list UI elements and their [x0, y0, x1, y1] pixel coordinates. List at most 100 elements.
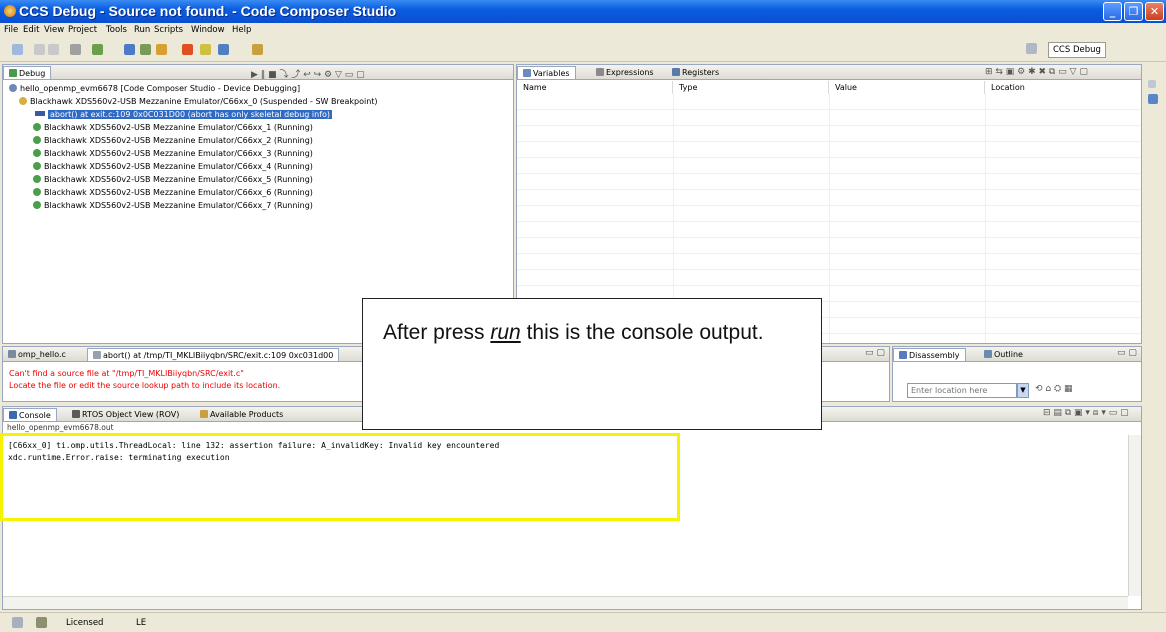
c-file-icon: [8, 350, 16, 358]
tab-abort-source[interactable]: abort() at /tmp/TI_MKLIBiiyqbn/SRC/exit.…: [87, 348, 340, 361]
debug-icon[interactable]: [124, 44, 135, 55]
profile-icon[interactable]: [182, 44, 193, 55]
stack-frame-icon: [35, 111, 45, 116]
column-type[interactable]: Type: [673, 81, 829, 94]
grid-divider: [517, 157, 1141, 158]
tree-item-core2[interactable]: Blackhawk XDS560v2-USB Mezzanine Emulato…: [33, 135, 313, 147]
tree-item-stack-frame[interactable]: abort() at exit.c:109 0x0C031D00 (abort …: [35, 109, 333, 121]
column-value[interactable]: Value: [829, 81, 985, 94]
editor-min-max[interactable]: ▭ ▢: [865, 348, 885, 358]
tab-variables[interactable]: Variables: [517, 66, 576, 79]
build-icon[interactable]: [92, 44, 103, 55]
external-tools-icon[interactable]: [218, 44, 229, 55]
tree-item-project[interactable]: hello_openmp_evm6678 [Code Composer Stud…: [9, 83, 300, 95]
edit-icon[interactable]: [252, 44, 263, 55]
menu-scripts[interactable]: Scripts: [154, 25, 183, 35]
menu-tools[interactable]: Tools: [106, 25, 127, 35]
close-button[interactable]: ✕: [1145, 2, 1164, 21]
running-thread-icon: [33, 188, 41, 196]
license-status: Licensed: [66, 618, 104, 628]
status-fastview-icon[interactable]: [12, 617, 23, 628]
error-message-line1: Can't find a source file at "/tmp/TI_MKL…: [9, 369, 244, 378]
debug-view-controls[interactable]: ▶ ‖ ■ ⤵ ⤴ ↩ ↪ ⚙ ▽ ▭ ▢: [251, 67, 365, 80]
annotation-callout: After press run this is the console outp…: [362, 298, 822, 430]
menu-project[interactable]: Project: [68, 25, 97, 35]
registers-icon: [672, 68, 680, 76]
suspended-thread-icon: [19, 97, 27, 105]
tab-rov[interactable]: RTOS Object View (ROV): [67, 408, 184, 421]
source-not-found-icon: [93, 351, 101, 359]
grid-divider: [517, 109, 1141, 110]
open-perspective-icon[interactable]: [1026, 43, 1037, 54]
breakpoint-icon[interactable]: [200, 44, 211, 55]
running-thread-icon: [33, 201, 41, 209]
column-location[interactable]: Location: [985, 81, 1141, 94]
location-dropdown[interactable]: ▼: [1017, 383, 1029, 398]
tab-console[interactable]: Console: [3, 408, 57, 421]
fast-view-icon[interactable]: [1148, 80, 1156, 88]
grid-divider: [517, 125, 1141, 126]
grid-divider: [517, 205, 1141, 206]
menu-file[interactable]: File: [4, 25, 18, 35]
console-horizontal-scrollbar[interactable]: [3, 596, 1128, 609]
menu-view[interactable]: View: [44, 25, 64, 35]
maximize-button[interactable]: ❐: [1124, 2, 1143, 21]
project-icon: [9, 84, 17, 92]
grid-divider: [517, 221, 1141, 222]
grid-divider: [517, 269, 1141, 270]
running-thread-icon: [33, 123, 41, 131]
disassembly-min-max[interactable]: ▭ ▢: [1117, 348, 1137, 358]
grid-divider: [517, 285, 1141, 286]
column-name[interactable]: Name: [517, 81, 673, 94]
title-bar: CCS Debug - Source not found. - Code Com…: [0, 0, 1166, 23]
menu-bar: File Edit View Project Tools Run Scripts…: [0, 23, 1166, 38]
grid-divider: [517, 189, 1141, 190]
console-controls[interactable]: ⊟ ▤ ⧉ ▣ ▾ ⧈ ▾ ▭ ▢: [1043, 408, 1129, 418]
tree-item-core7[interactable]: Blackhawk XDS560v2-USB Mezzanine Emulato…: [33, 200, 313, 212]
menu-edit[interactable]: Edit: [23, 25, 39, 35]
minimize-button[interactable]: _: [1103, 2, 1122, 21]
debug-tabbar: Debug ▶ ‖ ■ ⤵ ⤴ ↩ ↪ ⚙ ▽ ▭ ▢: [3, 65, 513, 80]
print-icon[interactable]: [70, 44, 81, 55]
tab-expressions[interactable]: Expressions: [591, 66, 659, 79]
location-input[interactable]: [907, 383, 1017, 398]
grid-divider: [517, 253, 1141, 254]
ccs-debug-perspective-button[interactable]: CCS Debug: [1048, 42, 1106, 58]
ccs-app-icon: [4, 5, 16, 17]
menu-run[interactable]: Run: [134, 25, 150, 35]
connect-icon[interactable]: [140, 44, 151, 55]
console-icon: [9, 411, 17, 419]
tree-item-core6[interactable]: Blackhawk XDS560v2-USB Mezzanine Emulato…: [33, 187, 313, 199]
status-icon[interactable]: [36, 617, 47, 628]
load-icon[interactable]: [156, 44, 167, 55]
variables-view-controls[interactable]: ⊞ ⇆ ▣ ⚙ ✱ ✖ ⧉ ▭ ▽ ▢: [985, 67, 1088, 77]
running-thread-icon: [33, 162, 41, 170]
error-message-line2: Locate the file or edit the source looku…: [9, 381, 281, 390]
trim-icon[interactable]: [1148, 94, 1158, 104]
tree-item-core1[interactable]: Blackhawk XDS560v2-USB Mezzanine Emulato…: [33, 122, 313, 134]
tab-disassembly[interactable]: Disassembly: [893, 348, 966, 361]
outline-icon: [984, 350, 992, 358]
running-thread-icon: [33, 149, 41, 157]
save-all-icon[interactable]: [48, 44, 59, 55]
tab-available-products[interactable]: Available Products: [195, 408, 288, 421]
menu-help[interactable]: Help: [232, 25, 251, 35]
tree-item-core3[interactable]: Blackhawk XDS560v2-USB Mezzanine Emulato…: [33, 148, 313, 160]
disassembly-toolbar[interactable]: ⟲ ⌂ ⛭ ▦: [1035, 384, 1073, 394]
tree-item-core5[interactable]: Blackhawk XDS560v2-USB Mezzanine Emulato…: [33, 174, 313, 186]
save-icon[interactable]: [34, 44, 45, 55]
new-icon[interactable]: [12, 44, 23, 55]
console-vertical-scrollbar[interactable]: [1128, 435, 1141, 596]
tree-item-core4[interactable]: Blackhawk XDS560v2-USB Mezzanine Emulato…: [33, 161, 313, 173]
grid-divider: [985, 94, 986, 343]
tab-outline[interactable]: Outline: [979, 348, 1028, 361]
tab-debug[interactable]: Debug: [3, 66, 52, 79]
mode-status: LE: [136, 618, 147, 628]
window-title: CCS Debug - Source not found. - Code Com…: [19, 3, 397, 19]
tab-omp-hello[interactable]: omp_hello.c: [3, 348, 71, 361]
tab-registers[interactable]: Registers: [667, 66, 724, 79]
menu-window[interactable]: Window: [191, 25, 225, 35]
variables-icon: [523, 69, 531, 77]
tree-item-core0[interactable]: Blackhawk XDS560v2-USB Mezzanine Emulato…: [19, 96, 378, 108]
expressions-icon: [596, 68, 604, 76]
